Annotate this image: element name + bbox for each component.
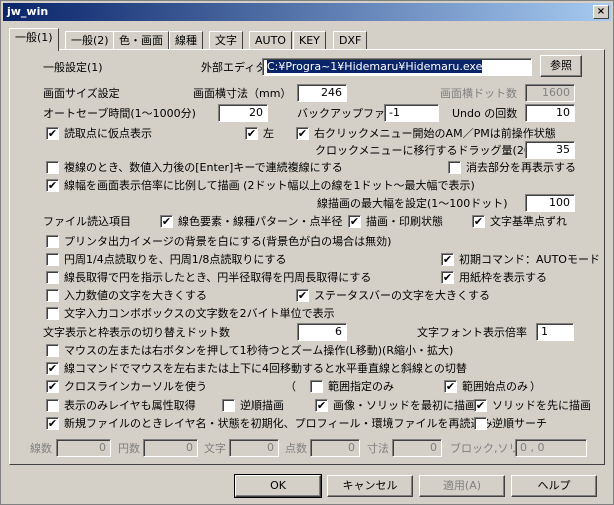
screen-dots-label: 画面横ドット数 <box>440 87 517 100</box>
autosave-field[interactable]: 20 <box>218 104 268 122</box>
count-lines-label: 線数 <box>30 442 52 455</box>
check-icon: ✔ <box>46 417 59 430</box>
count-points-field: 0 <box>310 439 360 457</box>
check-icon: ✔ <box>46 127 59 140</box>
screen-size-label: 画面サイズ設定 <box>43 87 120 100</box>
jw-win-dialog: jw_win × 一般(1) 一般(2) 色・画面 線種 文字 AUTO KEY… <box>0 0 614 505</box>
solid-first-checkbox[interactable]: ✔ ソリッドを先に描画 <box>474 399 591 413</box>
editor-label: 外部エディタ <box>201 61 267 74</box>
rightclick-ampm-checkbox[interactable]: ✔ 右クリックメニュー開始のAM／PMは前操作状態 <box>296 127 556 141</box>
check-icon: ✔ <box>245 127 258 140</box>
input-large-checkbox[interactable]: 入力数値の文字を大きくする <box>46 289 207 303</box>
file-read-color-checkbox[interactable]: ✔ 線色要素・線種パターン・点半径 <box>160 215 342 229</box>
tab-key[interactable]: KEY <box>293 31 326 50</box>
check-icon: ✔ <box>160 215 173 228</box>
check-icon: ✔ <box>474 399 487 412</box>
statusbar-large-checkbox[interactable]: ✔ ステータスバーの文字を大きくする <box>296 289 490 303</box>
check-icon: ✔ <box>296 127 309 140</box>
screen-width-field[interactable]: 246 <box>297 84 347 102</box>
drag-field[interactable]: 35 <box>525 141 575 159</box>
reverse-draw-checkbox[interactable]: 逆順描画 <box>222 399 284 413</box>
check-icon: ✔ <box>315 399 328 412</box>
combo-2byte-checkbox[interactable]: 文字入力コンボボックスの文字数を2バイト単位で表示 <box>46 307 335 321</box>
font-scale-label: 文字フォント表示倍率 <box>417 326 527 339</box>
count-dims-field: 0 <box>392 439 442 457</box>
autosave-label: オートセーブ時間(1～1000分) <box>43 107 196 120</box>
file-read-text-checkbox[interactable]: ✔ 文字基準点ずれ <box>472 215 567 229</box>
window-title: jw_win <box>7 5 49 18</box>
paper-frame-checkbox[interactable]: ✔ 用紙枠を表示する <box>441 271 547 285</box>
ok-button[interactable]: OK <box>234 474 322 498</box>
count-lines-field: 0 <box>56 439 111 457</box>
editor-path-field[interactable]: C:¥Progra~1¥Hidemaru¥Hidemaru.exe <box>262 58 532 76</box>
text-switch-label: 文字表示と枠表示の切り替えドット数 <box>43 326 230 339</box>
tab-dxf[interactable]: DXF <box>333 31 368 50</box>
tab-text[interactable]: 文字 <box>209 31 243 50</box>
tab-line-type[interactable]: 線種 <box>169 31 203 50</box>
range-start-checkbox[interactable]: ✔ 範囲始点のみ <box>444 380 528 394</box>
cancel-button[interactable]: キャンセル <box>327 475 413 497</box>
count-text-label: 文字 <box>204 442 226 455</box>
max-width-field[interactable]: 100 <box>525 194 575 212</box>
line-width-scale-checkbox[interactable]: ✔ 線幅を画面表示倍率に比例して描画 (2ドット幅以上の線を1ドット～最大幅で表示… <box>46 179 475 193</box>
apply-button[interactable]: 適用(A) <box>419 475 505 497</box>
line-length-checkbox[interactable]: 線長取得で円を指示したとき、円半径取得を円周長取得にする <box>46 271 371 285</box>
layer-attr-checkbox[interactable]: 表示のみレイヤも属性取得 <box>46 399 196 413</box>
file-read-label: ファイル読込項目 <box>43 215 131 228</box>
check-icon: ✔ <box>444 380 457 393</box>
check-icon: ✔ <box>46 362 59 375</box>
check-icon: ✔ <box>46 179 59 192</box>
count-blocks-field: 0 , 0 <box>515 439 587 457</box>
undo-label: Undo の回数 <box>452 107 518 120</box>
redisplay-erase-checkbox[interactable]: 消去部分を再表示する <box>448 161 576 175</box>
undo-field[interactable]: 10 <box>525 104 575 122</box>
check-icon: ✔ <box>296 289 309 302</box>
help-button[interactable]: ヘルプ <box>511 475 597 497</box>
count-text-field: 0 <box>229 439 279 457</box>
file-read-draw-checkbox[interactable]: ✔ 描画・印刷状態 <box>348 215 443 229</box>
count-circles-field: 0 <box>143 439 198 457</box>
range-only-checkbox[interactable]: 範囲指定のみ <box>310 380 394 394</box>
check-icon: ✔ <box>472 215 485 228</box>
title-bar: jw_win × <box>3 3 611 21</box>
tab-color-screen[interactable]: 色・画面 <box>113 31 169 50</box>
text-switch-field[interactable]: 6 <box>297 323 347 341</box>
line-cmd-checkbox[interactable]: ✔ 線コマンドでマウスを左右または上下に4回移動すると水平垂直線と斜線との切替 <box>46 362 467 376</box>
max-width-label: 線描画の最大幅を設定(1～100ドット) <box>317 197 508 210</box>
new-file-init-checkbox[interactable]: ✔ 新規ファイルのときレイヤ名・状態を初期化、プロフィール・環境ファイルを再読込み <box>46 417 492 431</box>
paren-close: ） <box>530 380 541 393</box>
count-circles-label: 円数 <box>118 442 140 455</box>
check-icon: ✔ <box>46 380 59 393</box>
screen-width-label: 画面横寸法（mm） <box>193 87 292 100</box>
crossline-checkbox[interactable]: ✔ クロスラインカーソルを使う <box>46 380 207 394</box>
check-icon: ✔ <box>441 253 454 266</box>
repeat-copy-checkbox[interactable]: 複線のとき、数値入力後の[Enter]キーで連続複線にする <box>46 161 343 175</box>
check-icon: ✔ <box>441 271 454 284</box>
tab-general-1[interactable]: 一般(1) <box>9 28 59 51</box>
tab-auto[interactable]: AUTO <box>249 31 292 50</box>
backup-field[interactable]: -1 <box>384 104 439 122</box>
readpoint-checkbox[interactable]: ✔ 読取点に仮点表示 <box>46 127 152 141</box>
count-points-label: 点数 <box>285 442 307 455</box>
reverse-search-checkbox[interactable]: 逆順サーチ <box>474 417 547 431</box>
tab-general-2[interactable]: 一般(2) <box>65 31 115 50</box>
paren-open: （ <box>285 380 296 393</box>
mouse-zoom-checkbox[interactable]: マウスの左または右ボタンを押して1秒待つとズーム操作(L移動)(R縮小・拡大) <box>46 344 453 358</box>
count-dims-label: 寸法 <box>367 442 389 455</box>
screen-dots-field: 1600 <box>525 84 575 102</box>
font-scale-field[interactable]: 1 <box>536 323 574 341</box>
printer-bg-checkbox[interactable]: プリンタ出力イメージの背景を白にする(背景色が白の場合は無効) <box>46 235 391 249</box>
image-first-checkbox[interactable]: ✔ 画像・ソリッドを最初に描画 <box>315 399 476 413</box>
section-title: 一般設定(1) <box>43 61 103 74</box>
tab-panel-general-1: 一般設定(1) 外部エディタ C:¥Progra~1¥Hidemaru¥Hide… <box>9 49 605 465</box>
initial-command-checkbox[interactable]: ✔ 初期コマンド：AUTOモード <box>441 253 600 267</box>
left-checkbox[interactable]: ✔ 左 <box>245 127 274 141</box>
check-icon: ✔ <box>348 215 361 228</box>
close-icon[interactable]: × <box>593 5 609 19</box>
circle-quarter-checkbox[interactable]: 円周1/4点読取りを、円周1/8点読取りにする <box>46 253 287 267</box>
browse-button[interactable]: 参照 <box>540 55 582 77</box>
